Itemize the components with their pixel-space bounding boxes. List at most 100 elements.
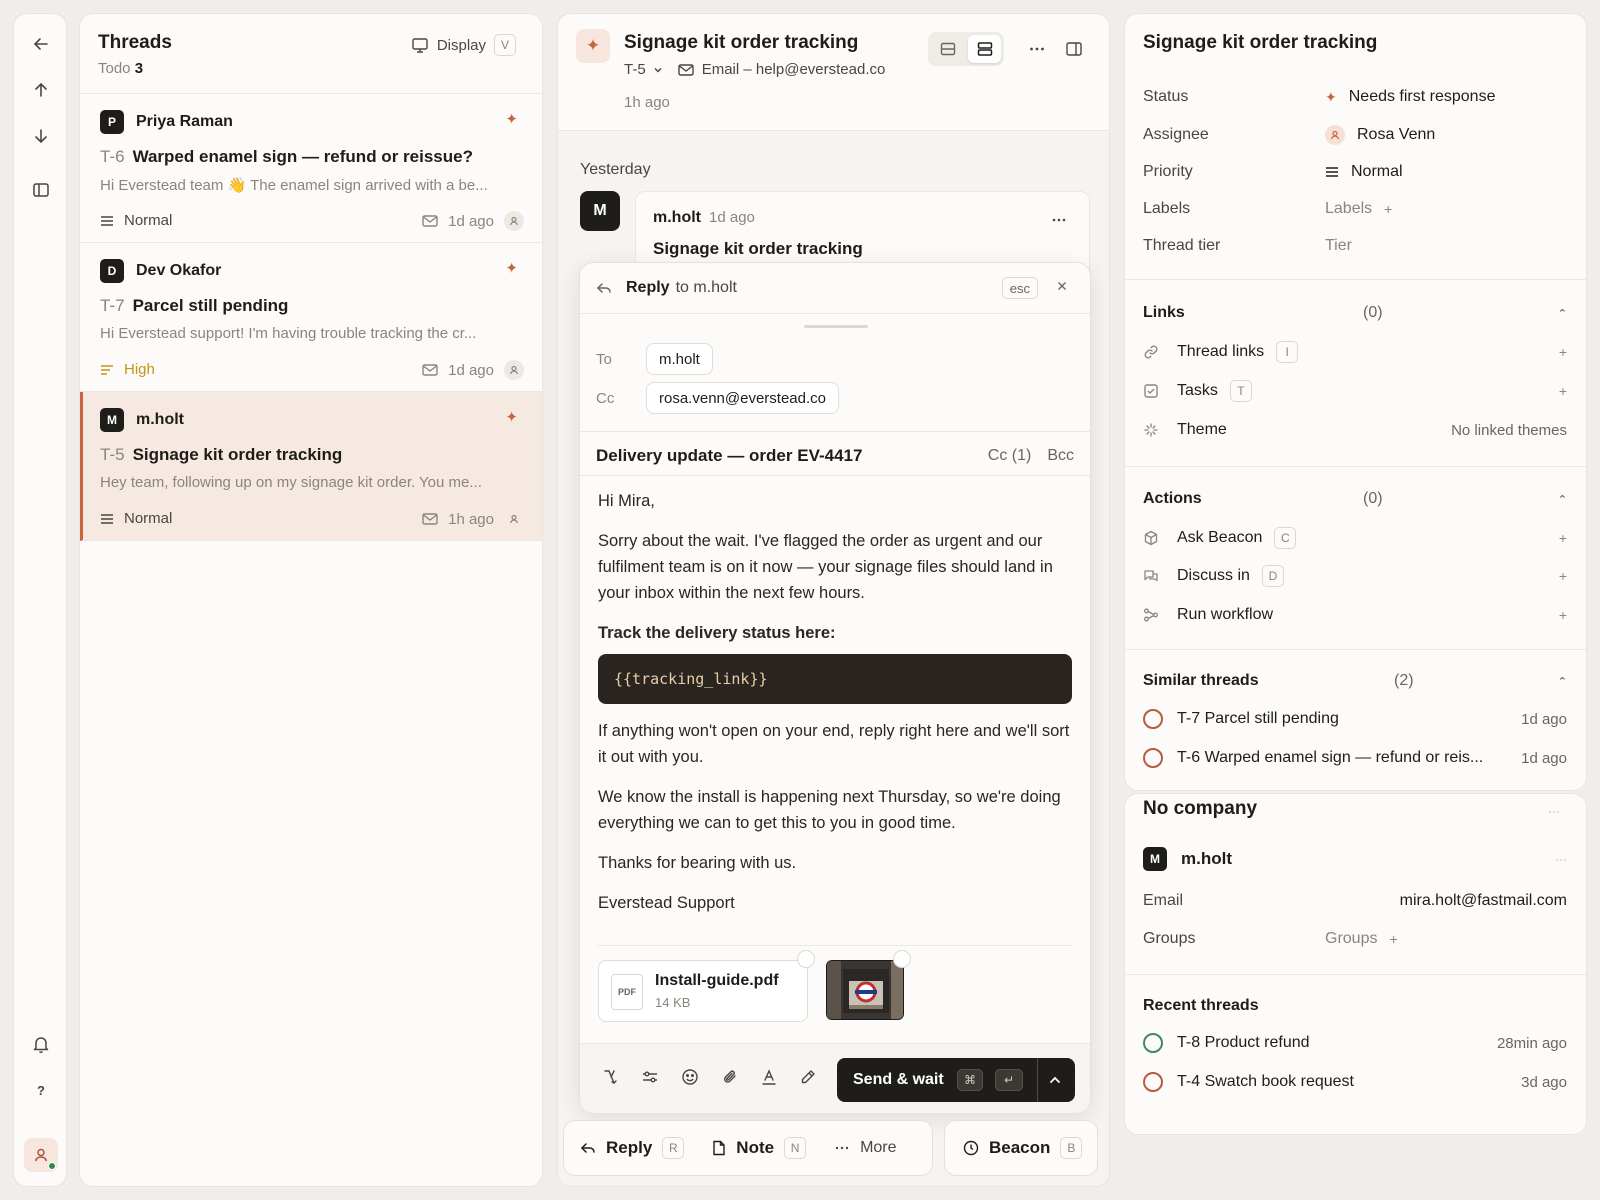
pen-icon[interactable] [799,1068,817,1086]
actions-section-header[interactable]: Actions (0) ⌃ [1143,487,1567,511]
property-priority[interactable]: Priority Normal [1143,159,1563,185]
note-button[interactable]: Note N [712,1137,807,1159]
emoji-icon[interactable] [681,1068,699,1086]
beacon-button[interactable]: Beacon B [944,1120,1098,1176]
message-author-line: m.holt 1d ago [653,209,755,227]
bell-icon[interactable] [27,1030,55,1058]
send-and-wait-button[interactable]: Send & wait ⌘ ↵ [837,1058,1075,1102]
property-status[interactable]: Status ✦ Needs first response [1143,84,1563,110]
chevron-up-icon[interactable]: ⌃ [1558,675,1567,688]
resize-handle[interactable] [804,325,868,328]
more-options-icon[interactable]: ··· [1548,804,1560,818]
chevron-up-icon[interactable]: ⌃ [1558,307,1567,320]
similar-thread-item[interactable]: T-6 Warped enamel sign — refund or reis.… [1143,745,1567,771]
threads-filter-summary[interactable]: Todo 3 [98,60,143,77]
body-paragraph: Thanks for bearing with us. [598,854,797,872]
reply-button[interactable]: Reply R [580,1137,685,1159]
action-item-discuss-in[interactable]: Discuss in D + [1143,563,1567,589]
cc-label: Cc [596,389,615,407]
thread-item[interactable]: P Priya Raman ✦ T-6 Warped enamel sign — … [80,94,542,243]
back-arrow-icon[interactable] [27,30,55,58]
close-icon[interactable] [1056,280,1068,292]
photo-thumbnail-icon [827,961,903,1019]
online-status-dot [48,1162,56,1170]
item-label: Thread links [1177,343,1265,360]
stacked-view-icon[interactable] [968,35,1001,63]
ticket-id-dropdown[interactable]: T-5 [624,61,664,78]
help-icon[interactable]: ? [27,1076,55,1104]
contact-row[interactable]: M m.holt ··· [1143,846,1567,872]
side-panel-icon[interactable] [1065,40,1083,58]
link-item-theme[interactable]: Theme No linked themes [1143,417,1567,443]
bcc-toggle[interactable]: Bcc [1047,447,1074,465]
sparkle-icon [1143,422,1163,438]
attach-paperclip-icon[interactable] [721,1068,739,1086]
item-shortcut: I [1276,341,1299,363]
plus-icon[interactable]: + [1389,931,1397,947]
plus-icon[interactable]: + [1559,344,1567,360]
sidebar-icon[interactable] [27,176,55,204]
email-label: Email [1143,892,1184,909]
property-assignee[interactable]: Assignee Rosa Venn [1143,122,1563,148]
cc-recipient-chip[interactable]: rosa.venn@everstead.co [646,382,839,414]
tracking-heading: Track the delivery status here: [598,624,836,642]
branch-icon[interactable] [602,1068,620,1086]
attachment-image-thumbnail[interactable] [826,960,904,1020]
split-view-icon[interactable] [931,35,964,63]
more-options-icon[interactable]: ··· [1555,852,1567,866]
links-section-header[interactable]: Links (0) ⌃ [1143,301,1567,325]
message-body-editor[interactable]: Hi Mira, Sorry about the wait. I've flag… [598,488,1072,930]
priority-lines-icon [1325,166,1339,178]
divider [1125,466,1586,467]
attachment-pdf[interactable]: PDF Install-guide.pdf 14 KB [598,960,808,1022]
plus-icon[interactable]: + [1559,607,1567,623]
link-item-tasks[interactable]: Tasks T + [1143,378,1567,404]
chevron-up-icon[interactable] [1047,1072,1063,1088]
plus-icon[interactable]: + [1559,568,1567,584]
arrow-up-icon[interactable] [27,76,55,104]
cc-toggle[interactable]: Cc (1) [988,447,1032,465]
plus-icon[interactable]: + [1559,530,1567,546]
property-value: Normal [1325,163,1403,181]
sender-name: Dev Okafor [136,262,222,279]
sliders-icon[interactable] [641,1068,659,1086]
contact-groups-row[interactable]: Groups Groups + [1143,926,1563,952]
more-options-icon[interactable] [1051,212,1067,228]
priority-label: High [124,361,155,378]
property-thread-tier[interactable]: Thread tier Tier [1143,233,1563,259]
property-labels[interactable]: Labels Labels + [1143,196,1563,222]
contact-name: m.holt [1181,849,1232,868]
action-item-run-workflow[interactable]: Run workflow + [1143,602,1567,628]
plus-icon[interactable]: + [1559,383,1567,399]
plus-icon[interactable]: + [1384,201,1392,217]
thread-item-active[interactable]: M m.holt ✦ T-5 Signage kit order tracking… [80,392,542,541]
display-button[interactable]: Display V [411,34,516,56]
groups-label: Groups [1143,930,1196,947]
thread-subject: T-5 Signage kit order tracking [100,445,342,465]
more-options-icon[interactable] [1028,40,1046,58]
link-item-thread-links[interactable]: Thread links I + [1143,339,1567,365]
divider [1125,279,1586,280]
recent-thread-item[interactable]: T-8 Product refund 28min ago [1143,1030,1567,1056]
esc-shortcut[interactable]: esc [1001,277,1038,299]
action-bar: Reply R Note N More [563,1120,933,1176]
recent-thread-item[interactable]: T-4 Swatch book request 3d ago [1143,1069,1567,1095]
user-avatar[interactable] [24,1138,58,1172]
arrow-down-icon[interactable] [27,122,55,150]
to-recipient-chip[interactable]: m.holt [646,343,713,375]
similar-thread-item[interactable]: T-7 Parcel still pending 1d ago [1143,706,1567,732]
status-value: Needs first response [1348,88,1496,105]
thread-item[interactable]: D Dev Okafor ✦ T-7 Parcel still pending H… [80,243,542,392]
remove-attachment-icon[interactable] [797,950,815,968]
text-format-icon[interactable] [760,1068,778,1086]
thread-id: T-5 [100,445,125,464]
similar-threads-header[interactable]: Similar threads (2) ⌃ [1143,669,1567,693]
chevron-up-icon[interactable]: ⌃ [1558,493,1567,506]
action-item-ask-beacon[interactable]: Ask Beacon C + [1143,525,1567,551]
more-button[interactable]: More [834,1139,897,1157]
remove-attachment-icon[interactable] [893,950,911,968]
subject-field[interactable]: Delivery update — order EV-4417 [596,446,862,466]
threads-header: Threads Todo 3 Display V [80,14,542,94]
to-label: To [596,350,612,368]
email-value[interactable]: mira.holt@fastmail.com [1400,892,1567,910]
